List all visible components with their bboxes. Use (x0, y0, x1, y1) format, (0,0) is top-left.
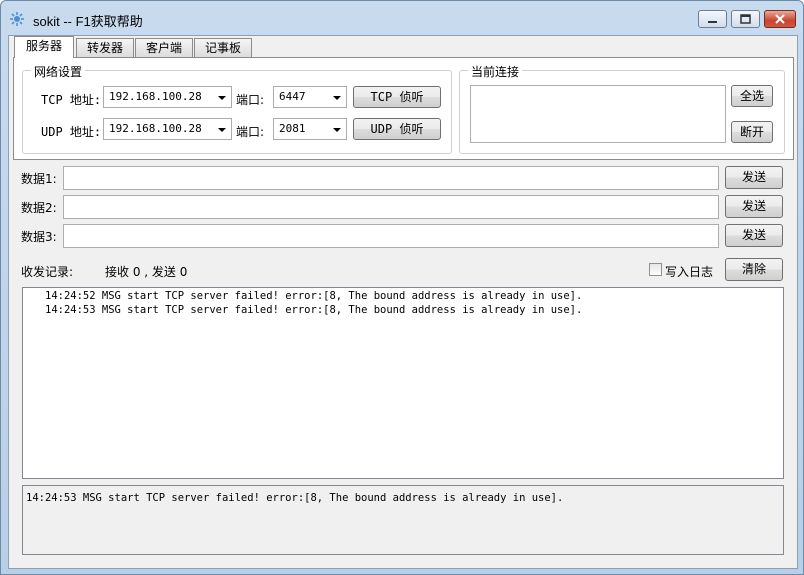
server-tab-panel: 网络设置 TCP 地址: 192.168.100.28 端口: 6447 TCP… (13, 57, 794, 160)
data2-input[interactable] (63, 195, 719, 219)
data3-label: 数据3: (21, 230, 57, 244)
udp-port-value: 2081 (279, 122, 306, 135)
udp-port-label: 端口: (236, 125, 265, 139)
tcp-port-label: 端口: (236, 93, 265, 107)
current-connections-title: 当前连接 (468, 63, 523, 80)
title-bar[interactable]: sokit -- F1获取帮助 (1, 1, 803, 35)
status-message: 14:24:53 MSG start TCP server failed! er… (26, 492, 564, 504)
connections-list[interactable] (470, 85, 726, 143)
tcp-listen-button[interactable]: TCP 侦听 (353, 86, 441, 108)
tcp-address-combo[interactable]: 192.168.100.28 (103, 86, 232, 108)
app-icon (10, 12, 24, 26)
window-title: sokit -- F1获取帮助 (33, 14, 143, 29)
disconnect-button[interactable]: 断开 (731, 121, 773, 143)
tab-label: 客户端 (145, 41, 182, 55)
tcp-address-label: TCP 地址: (41, 93, 102, 107)
udp-address-label: UDP 地址: (41, 125, 102, 139)
tcp-port-combo[interactable]: 6447 (273, 86, 347, 108)
send-button-1[interactable]: 发送 (725, 166, 783, 189)
records-label: 收发记录: (21, 265, 74, 279)
tab-forwarder[interactable]: 转发器 (76, 38, 134, 57)
network-settings-group: 网络设置 TCP 地址: 192.168.100.28 端口: 6447 TCP… (22, 63, 452, 154)
records-stats: 接收 0 , 发送 0 (105, 265, 188, 279)
udp-address-combo[interactable]: 192.168.100.28 (103, 118, 232, 140)
clear-button[interactable]: 清除 (725, 258, 783, 281)
current-connections-group: 当前连接 全选 断开 (459, 63, 785, 154)
dropdown-arrow-icon (218, 128, 226, 132)
maximize-icon (740, 14, 751, 24)
dropdown-arrow-icon (333, 128, 341, 132)
minimize-icon (708, 21, 717, 23)
select-all-button[interactable]: 全选 (731, 85, 773, 107)
tab-client[interactable]: 客户端 (135, 38, 193, 57)
log-line: 14:24:53 MSG start TCP server failed! er… (45, 304, 583, 316)
network-settings-title: 网络设置 (31, 63, 86, 80)
data1-label: 数据1: (21, 172, 57, 186)
tcp-address-value: 192.168.100.28 (109, 90, 202, 103)
records-log[interactable]: 14:24:52 MSG start TCP server failed! er… (22, 287, 784, 479)
tab-label: 记事板 (204, 41, 241, 55)
dialog-body: 服务器 转发器 客户端 记事板 网络设置 TCP 地址: 192.168.100… (8, 35, 798, 569)
close-button[interactable] (764, 10, 796, 28)
tab-label: 服务器 (25, 39, 62, 53)
dropdown-arrow-icon (218, 96, 226, 100)
minimize-button[interactable] (698, 10, 727, 28)
status-message-area: 14:24:53 MSG start TCP server failed! er… (22, 485, 784, 555)
write-log-checkbox[interactable] (649, 263, 662, 276)
send-button-2[interactable]: 发送 (725, 195, 783, 218)
send-button-3[interactable]: 发送 (725, 224, 783, 247)
app-window: sokit -- F1获取帮助 服务器 转发器 客户端 记事板 网络设置 TCP… (0, 0, 804, 575)
tab-notepad[interactable]: 记事板 (194, 38, 252, 57)
data3-input[interactable] (63, 224, 719, 248)
tcp-port-value: 6447 (279, 90, 306, 103)
close-icon (775, 14, 785, 24)
udp-listen-button[interactable]: UDP 侦听 (353, 118, 441, 140)
data1-input[interactable] (63, 166, 719, 190)
log-line: 14:24:52 MSG start TCP server failed! er… (45, 290, 583, 302)
data2-label: 数据2: (21, 201, 57, 215)
tab-server[interactable]: 服务器 (14, 36, 74, 58)
maximize-button[interactable] (731, 10, 760, 28)
write-log-label[interactable]: 写入日志 (665, 263, 713, 280)
tab-label: 转发器 (86, 41, 123, 55)
udp-port-combo[interactable]: 2081 (273, 118, 347, 140)
udp-address-value: 192.168.100.28 (109, 122, 202, 135)
dropdown-arrow-icon (333, 96, 341, 100)
